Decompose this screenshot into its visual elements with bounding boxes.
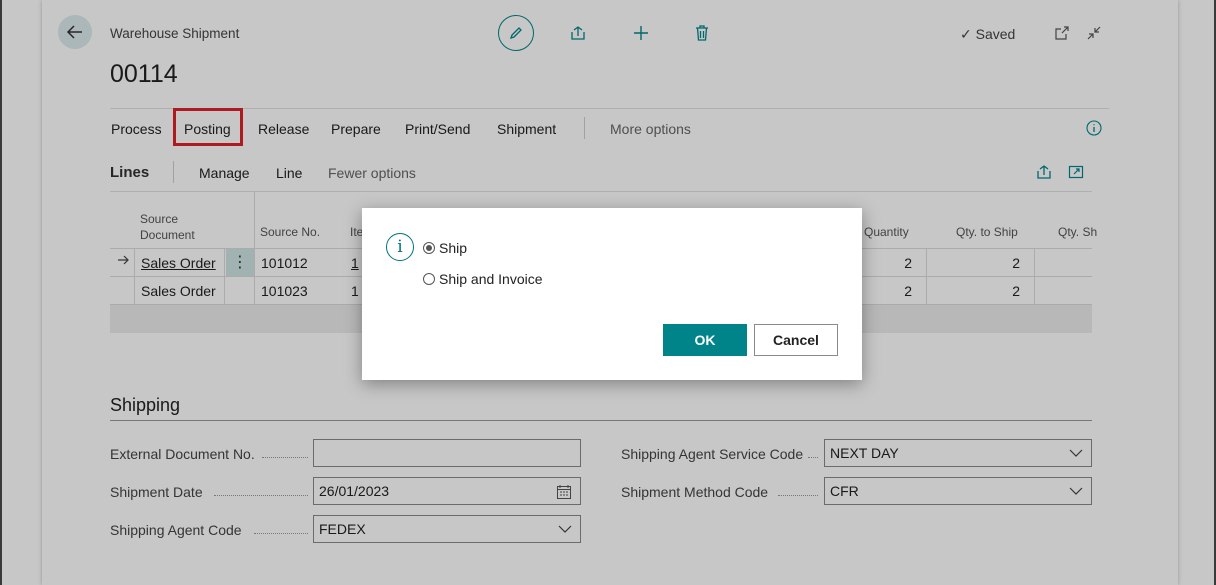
option-ship-and-invoice-label: Ship and Invoice (439, 271, 543, 287)
option-ship-and-invoice[interactable]: Ship and Invoice (423, 271, 543, 287)
ok-button[interactable]: OK (663, 324, 747, 356)
radio-ship-and-invoice[interactable] (423, 273, 435, 285)
radio-ship[interactable] (423, 242, 435, 254)
cancel-button[interactable]: Cancel (754, 324, 838, 356)
page: Warehouse Shipment 00114 ✓ Saved Process… (2, 0, 1214, 585)
option-ship-label: Ship (439, 240, 468, 256)
option-ship[interactable]: Ship (423, 240, 467, 256)
post-options-dialog: i Ship Ship and Invoice OK Cancel (362, 208, 862, 380)
info-icon: i (386, 233, 414, 261)
